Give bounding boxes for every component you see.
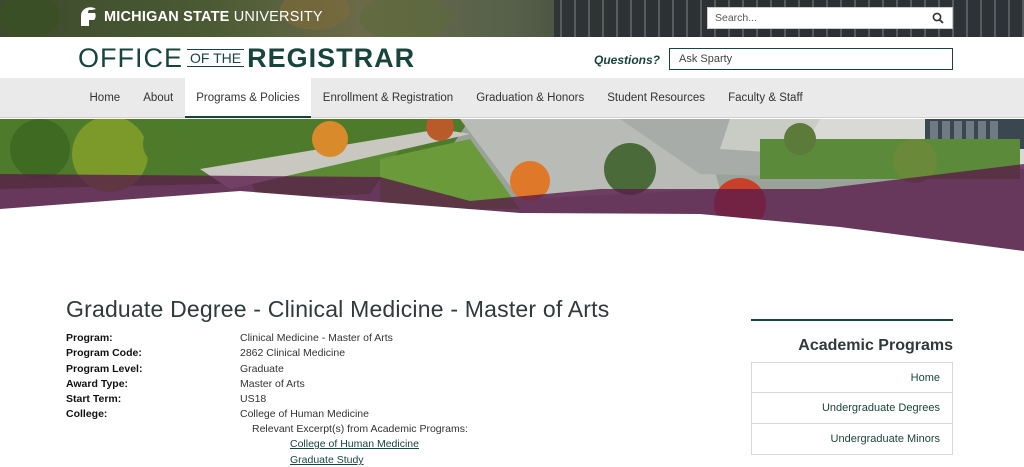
detail-row-college: College: College of Human Medicine <box>66 407 393 422</box>
program-details: Program: Clinical Medicine - Master of A… <box>66 331 393 423</box>
excerpt-link-college-human-medicine[interactable]: College of Human Medicine <box>290 438 419 450</box>
ask-sparty-input[interactable] <box>670 49 952 69</box>
detail-row-start-term: Start Term: US18 <box>66 392 393 407</box>
msu-logo[interactable]: MICHIGAN STATE UNIVERSITY <box>78 6 323 28</box>
registrar-logo[interactable]: OFFICE OF THE REGISTRAR <box>78 42 416 73</box>
sidebar-title: Academic Programs <box>798 337 953 354</box>
detail-label: Start Term: <box>66 393 122 406</box>
sidebar-divider <box>751 319 953 321</box>
nav-item-home[interactable]: Home <box>78 78 132 118</box>
campus-aerial-image <box>0 119 1024 251</box>
detail-value: Graduate <box>240 362 284 375</box>
detail-value: US18 <box>240 393 267 406</box>
site-search <box>707 7 953 29</box>
detail-row-program-level: Program Level: Graduate <box>66 362 393 377</box>
main-nav: Home About Programs & Policies Enrollmen… <box>0 78 1024 118</box>
detail-value: Clinical Medicine - Master of Arts <box>240 332 393 344</box>
sidebar-item-undergraduate-degrees[interactable]: Undergraduate Degrees <box>751 393 953 424</box>
background-tree <box>0 0 60 37</box>
detail-value: 2862 Clinical Medicine <box>240 347 346 360</box>
background-tree <box>360 0 450 37</box>
logo-registrar: REGISTRAR <box>247 42 416 73</box>
logo-office: OFFICE <box>78 42 183 73</box>
university-wordmark: MICHIGAN STATE UNIVERSITY <box>104 9 323 25</box>
detail-row-program-code: Program Code: 2862 Clinical Medicine <box>66 346 393 361</box>
nav-item-about[interactable]: About <box>132 78 185 118</box>
sidebar-item-undergraduate-minors[interactable]: Undergraduate Minors <box>751 424 953 455</box>
nav-item-graduation-honors[interactable]: Graduation & Honors <box>465 78 596 118</box>
detail-value: Master of Arts <box>240 377 305 390</box>
hero-banner <box>0 119 1024 251</box>
sidebar-menu: Home Undergraduate Degrees Undergraduate… <box>751 362 953 455</box>
logo-of-the: OF THE <box>187 49 245 67</box>
questions-label: Questions? <box>594 53 661 67</box>
site-header: OFFICE OF THE REGISTRAR Questions? <box>0 37 1024 78</box>
spartan-helmet-icon <box>81 7 96 26</box>
nav-item-student-resources[interactable]: Student Resources <box>596 78 717 118</box>
search-icon[interactable] <box>932 12 944 24</box>
search-input[interactable] <box>708 8 918 28</box>
nav-item-faculty-staff[interactable]: Faculty & Staff <box>717 78 815 118</box>
nav-item-enrollment-registration[interactable]: Enrollment & Registration <box>311 78 464 118</box>
detail-value: College of Human Medicine <box>240 408 369 421</box>
ask-sparty-box <box>669 48 953 70</box>
detail-row-program: Program: Clinical Medicine - Master of A… <box>66 331 393 346</box>
excerpt-link-graduate-study[interactable]: Graduate Study <box>290 454 364 466</box>
detail-label: Award Type: <box>66 377 129 390</box>
detail-label: Program: <box>66 332 113 344</box>
sidebar-item-home[interactable]: Home <box>751 362 953 393</box>
detail-label: Program Code: <box>66 347 142 360</box>
nav-item-programs-policies[interactable]: Programs & Policies <box>184 78 312 118</box>
detail-label: College: <box>66 408 108 421</box>
detail-label: Program Level: <box>66 362 143 375</box>
excerpts-label: Relevant Excerpt(s) from Academic Progra… <box>252 423 468 435</box>
top-bar: MICHIGAN STATE UNIVERSITY <box>0 0 1024 37</box>
detail-row-award-type: Award Type: Master of Arts <box>66 377 393 392</box>
page-title: Graduate Degree - Clinical Medicine - Ma… <box>66 296 610 322</box>
